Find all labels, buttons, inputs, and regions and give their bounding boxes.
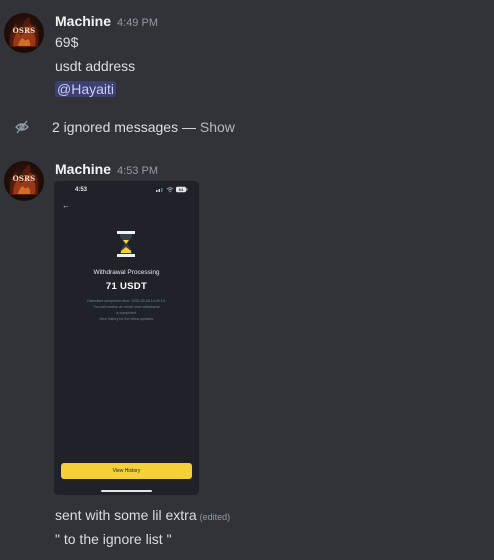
home-indicator xyxy=(101,490,152,492)
phone-status-time: 4:53 xyxy=(75,187,88,193)
avatar-logo-text: OSRS xyxy=(12,174,36,183)
message-header: Machine 4:53 PM xyxy=(55,161,158,177)
ignored-count-label: 2 ignored messages — xyxy=(52,119,200,135)
withdrawal-description: Estimated completion time: 2025-04-08 14… xyxy=(68,298,185,322)
ignored-messages-text: 2 ignored messages — Show xyxy=(52,119,235,135)
username[interactable]: Machine xyxy=(55,13,111,29)
chat-messages: OSRS Machine 4:49 PM 69$ usdt address @H… xyxy=(0,0,494,560)
ignored-messages-row: 2 ignored messages — Show xyxy=(14,119,235,135)
edited-label: (edited) xyxy=(199,512,231,522)
message-text: sent with some lil extra xyxy=(55,507,197,523)
phone-battery-level: 64 xyxy=(179,187,184,192)
back-arrow-icon: ← xyxy=(62,201,70,210)
avatar[interactable]: OSRS xyxy=(4,161,44,201)
timestamp: 4:49 PM xyxy=(117,17,158,29)
timestamp: 4:53 PM xyxy=(117,165,158,177)
eye-slash-icon xyxy=(15,120,29,134)
username[interactable]: Machine xyxy=(55,161,111,177)
message-text-line: sent with some lil extra (edited) xyxy=(55,507,230,523)
message-header: Machine 4:49 PM xyxy=(55,13,158,29)
withdrawal-amount: 71 USDT xyxy=(105,281,148,292)
message-mention-line: @Hayaiti xyxy=(55,81,117,97)
description-line: View history for the latest updates. xyxy=(99,317,154,321)
phone-status-icons: 64 xyxy=(156,186,188,193)
message-text: " to the ignore list " xyxy=(55,531,172,547)
user-mention[interactable]: @Hayaiti xyxy=(55,81,117,97)
message-text: 69$ xyxy=(55,34,79,50)
show-ignored-link[interactable]: Show xyxy=(200,119,235,135)
message-text: usdt address xyxy=(55,58,136,74)
withdrawal-title: Withdrawal Processing xyxy=(93,269,160,276)
image-attachment[interactable]: 4:53 64 ← Withdrawal Processing 71 USDT … xyxy=(54,181,199,495)
avatar-logo-text: OSRS xyxy=(12,26,36,35)
view-history-button: View History xyxy=(61,463,192,479)
avatar[interactable]: OSRS xyxy=(4,13,44,53)
hourglass-icon xyxy=(117,231,135,257)
